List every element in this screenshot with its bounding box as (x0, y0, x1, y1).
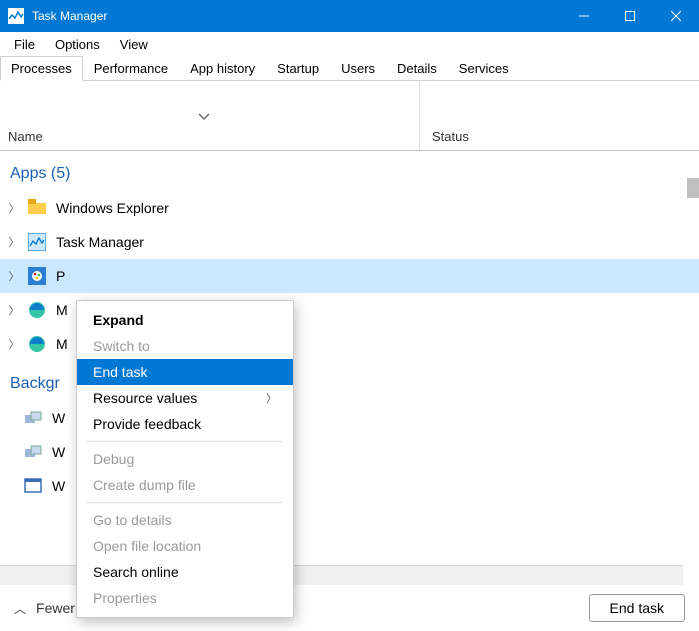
tab-performance[interactable]: Performance (83, 56, 179, 80)
scrollbar-thumb[interactable] (687, 178, 699, 198)
window-title: Task Manager (32, 9, 107, 23)
table-row[interactable]: 〉 Windows Explorer (0, 191, 699, 225)
cm-go-to-details: Go to details (77, 507, 293, 533)
column-status-label: Status (432, 129, 469, 144)
app-label: P (56, 268, 65, 284)
menu-bar: File Options View (0, 32, 699, 56)
table-row[interactable]: 〉 Task Manager (0, 225, 699, 259)
chevron-up-icon: ︿ (14, 600, 26, 617)
column-headers: Name Status (0, 81, 699, 151)
cm-expand[interactable]: Expand (77, 307, 293, 333)
expand-icon[interactable]: 〉 (4, 200, 24, 216)
column-name-label: Name (8, 129, 43, 144)
paint-icon (28, 267, 46, 285)
app-label: M (56, 336, 68, 352)
separator (87, 502, 283, 503)
cm-create-dump: Create dump file (77, 472, 293, 498)
cm-end-task[interactable]: End task (77, 359, 293, 385)
cm-resource-values-label: Resource values (93, 390, 197, 406)
edge-icon (28, 301, 46, 319)
taskmgr-icon (28, 233, 46, 251)
cm-resource-values[interactable]: Resource values 〉 (77, 385, 293, 411)
service-icon (24, 443, 42, 461)
minimize-button[interactable] (561, 0, 607, 32)
chevron-down-icon (198, 113, 210, 121)
tab-startup[interactable]: Startup (266, 56, 330, 80)
app-label: W (52, 444, 65, 460)
context-menu: Expand Switch to End task Resource value… (76, 300, 294, 618)
separator (87, 441, 283, 442)
expand-icon[interactable]: 〉 (4, 234, 24, 250)
app-label: Windows Explorer (56, 200, 169, 216)
app-label: W (52, 478, 65, 494)
tab-details[interactable]: Details (386, 56, 448, 80)
tab-users[interactable]: Users (330, 56, 386, 80)
cm-provide-feedback[interactable]: Provide feedback (77, 411, 293, 437)
app-label: M (56, 302, 68, 318)
app-label: Task Manager (56, 234, 144, 250)
cm-switch-to: Switch to (77, 333, 293, 359)
group-apps: Apps (5) (0, 151, 699, 191)
menu-file[interactable]: File (4, 35, 45, 54)
cm-debug: Debug (77, 446, 293, 472)
tab-services[interactable]: Services (448, 56, 520, 80)
column-status[interactable]: Status (420, 129, 699, 150)
end-task-button[interactable]: End task (589, 594, 685, 622)
menu-view[interactable]: View (110, 35, 158, 54)
cm-search-online[interactable]: Search online (77, 559, 293, 585)
chevron-right-icon: 〉 (266, 390, 277, 406)
edge-icon (28, 335, 46, 353)
tab-bar: Processes Performance App history Startu… (0, 56, 699, 81)
cm-open-file-location: Open file location (77, 533, 293, 559)
title-bar: Task Manager (0, 0, 699, 32)
folder-icon (28, 199, 46, 217)
menu-options[interactable]: Options (45, 35, 110, 54)
cm-properties: Properties (77, 585, 293, 611)
app-icon (8, 8, 24, 24)
app-label: W (52, 410, 65, 426)
table-row-selected[interactable]: 〉 P (0, 259, 699, 293)
window-icon (24, 477, 42, 495)
tab-processes[interactable]: Processes (0, 56, 83, 81)
close-button[interactable] (653, 0, 699, 32)
expand-icon[interactable]: 〉 (4, 268, 24, 284)
tab-app-history[interactable]: App history (179, 56, 266, 80)
service-icon (24, 409, 42, 427)
column-name[interactable]: Name (0, 81, 420, 150)
expand-icon[interactable]: 〉 (4, 336, 24, 352)
expand-icon[interactable]: 〉 (4, 302, 24, 318)
maximize-button[interactable] (607, 0, 653, 32)
